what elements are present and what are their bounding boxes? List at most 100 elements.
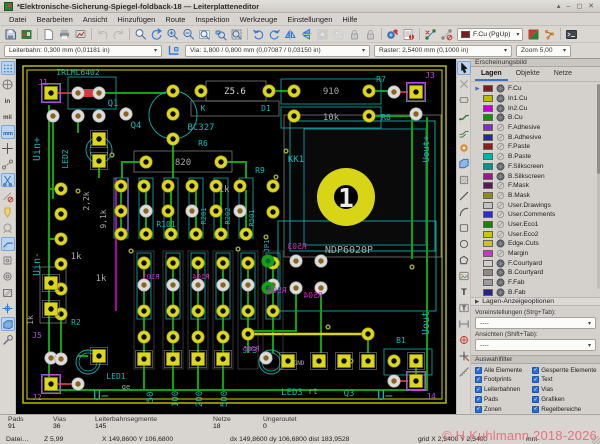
- layer-row-b-adhesive[interactable]: B.Adhesive: [473, 132, 600, 142]
- layer-row-user-eco2[interactable]: User.Eco2: [473, 229, 600, 239]
- pcb-canvas[interactable]: 1IRLML6402Q1Q4BC327R6820Z5.6KD191010kR7R…: [16, 59, 456, 414]
- filter-grafiken[interactable]: ✓Grafiken: [532, 395, 598, 403]
- shade-button[interactable]: ▴: [557, 2, 561, 11]
- add-zone-tool[interactable]: [457, 157, 471, 171]
- layer-color-swatch[interactable]: [483, 240, 493, 247]
- flip-horizontal-button[interactable]: [283, 27, 298, 42]
- layer-display-options[interactable]: ▶ Lagen-Anzeigeoptionen: [471, 297, 600, 306]
- layer-color-swatch[interactable]: [483, 153, 493, 160]
- grid-select[interactable]: Raster: 2,5400 mm (0,1000 in) ▾: [374, 45, 512, 57]
- layer-visible-icon[interactable]: [496, 278, 505, 287]
- auto-track-width-button[interactable]: [166, 43, 181, 58]
- select-tool[interactable]: [457, 61, 471, 75]
- layer-visible-icon[interactable]: [496, 239, 505, 248]
- layer-hidden-icon[interactable]: [496, 123, 505, 132]
- show-ratsnest-button[interactable]: [423, 27, 438, 42]
- menu-hinzufügen[interactable]: Hinzufügen: [112, 14, 160, 25]
- layer-row-f-courtyard[interactable]: F.Courtyard: [473, 258, 600, 268]
- print-button[interactable]: [57, 27, 72, 42]
- add-via-tool[interactable]: [457, 141, 471, 155]
- layer-color-swatch[interactable]: [483, 250, 493, 257]
- undo-button[interactable]: [95, 27, 110, 42]
- layer-row-f-mask[interactable]: F.Mask: [473, 181, 600, 191]
- layer-hidden-icon[interactable]: [496, 142, 505, 151]
- layer-color-swatch[interactable]: [483, 95, 493, 102]
- layer-color-swatch[interactable]: [483, 85, 493, 92]
- draw-rectangle-tool[interactable]: [457, 221, 471, 235]
- hide-ratsnest-button[interactable]: [439, 27, 454, 42]
- layer-color-swatch[interactable]: [483, 143, 493, 150]
- checkbox-checked-icon[interactable]: ✓: [532, 386, 539, 393]
- layer-visible-icon[interactable]: [496, 259, 505, 268]
- layer-hidden-icon[interactable]: [496, 181, 505, 190]
- pad-outline-button[interactable]: [1, 253, 15, 267]
- layer-color-swatch[interactable]: [483, 105, 493, 112]
- layer-color-swatch[interactable]: [483, 134, 493, 141]
- zoom-select[interactable]: Zoom 5,00 ▾: [516, 45, 571, 57]
- add-text-tool[interactable]: T: [457, 285, 471, 299]
- properties-button[interactable]: [1, 333, 15, 347]
- lock-button[interactable]: [347, 27, 362, 42]
- layer-hidden-icon[interactable]: [496, 201, 505, 210]
- draw-line-tool[interactable]: [457, 189, 471, 203]
- drc-exclusions-button[interactable]: !: [401, 27, 416, 42]
- layer-row-edge-cuts[interactable]: Edge.Cuts: [473, 239, 600, 249]
- menu-bearbeiten[interactable]: Bearbeiten: [32, 14, 78, 25]
- layer-row-b-courtyard[interactable]: B.Courtyard: [473, 268, 600, 278]
- checkbox-checked-icon[interactable]: ✓: [475, 396, 482, 403]
- filter-text[interactable]: ✓Text: [532, 376, 598, 384]
- layer-row-b-paste[interactable]: B.Paste: [473, 152, 600, 162]
- filter-footprints[interactable]: ✓Footprints: [475, 376, 532, 384]
- diff-pair-tool[interactable]: [457, 125, 471, 139]
- units-inches-button[interactable]: in: [1, 93, 15, 107]
- add-textbox-tool[interactable]: T: [457, 301, 471, 315]
- layer-color-swatch[interactable]: [483, 231, 493, 238]
- layer-hidden-icon[interactable]: [496, 191, 505, 200]
- window-controls[interactable]: ▴–◻✕: [557, 2, 596, 11]
- checkbox-checked-icon[interactable]: ✓: [475, 406, 482, 413]
- toggle-grid-button[interactable]: [1, 61, 15, 75]
- layer-color-swatch[interactable]: [483, 124, 493, 131]
- layer-select[interactable]: F.Cu (PgUp)▾: [457, 28, 523, 41]
- save-button[interactable]: [3, 27, 18, 42]
- layer-row-f-paste[interactable]: F.Paste: [473, 142, 600, 152]
- layer-color-swatch[interactable]: [483, 279, 493, 286]
- checkbox-checked-icon[interactable]: ✓: [475, 386, 482, 393]
- layer-visible-icon[interactable]: [496, 84, 505, 93]
- zoom-out-button[interactable]: [181, 27, 196, 42]
- draw-arc-tool[interactable]: [457, 205, 471, 219]
- refresh-button[interactable]: [149, 27, 164, 42]
- via-outline-button[interactable]: [1, 269, 15, 283]
- zoom-selection-button[interactable]: [229, 27, 244, 42]
- layer-hidden-icon[interactable]: [496, 133, 505, 142]
- add-footprint-tool[interactable]: [457, 93, 471, 107]
- layer-row-user-eco1[interactable]: User.Eco1: [473, 220, 600, 230]
- polar-coords-button[interactable]: [1, 77, 15, 91]
- layer-row-b-cu[interactable]: B.Cu: [473, 113, 600, 123]
- resize-grip[interactable]: [592, 436, 600, 444]
- rotate-cw-button[interactable]: [267, 27, 282, 42]
- checkbox-checked-icon[interactable]: ✓: [532, 376, 539, 383]
- layer-color-swatch[interactable]: [483, 182, 493, 189]
- presets-select[interactable]: ---- ▾: [475, 317, 596, 329]
- ungroup-button[interactable]: [331, 27, 346, 42]
- layer-color-swatch[interactable]: [483, 211, 493, 218]
- maximize-button[interactable]: ◻: [576, 2, 582, 11]
- layer-row-f-cu[interactable]: ▶F.Cu: [473, 84, 600, 94]
- minimize-button[interactable]: –: [566, 2, 570, 11]
- ghost-mode-button[interactable]: [1, 221, 15, 235]
- board-setup-button[interactable]: [19, 27, 34, 42]
- layer-row-margin[interactable]: Margin: [473, 249, 600, 259]
- rule-area-tool[interactable]: [457, 173, 471, 187]
- new-board-button[interactable]: [41, 27, 56, 42]
- via-size-select[interactable]: Via: 1,800 / 0,800 mm (0,07087 / 0,03150…: [185, 45, 370, 57]
- scripting-console-button[interactable]: [564, 27, 579, 42]
- units-mm-button[interactable]: mm: [1, 125, 15, 139]
- checkbox-checked-icon[interactable]: ✓: [475, 376, 482, 383]
- layer-visible-icon[interactable]: [496, 162, 505, 171]
- zone-outline-button[interactable]: [1, 285, 15, 299]
- filter-pads[interactable]: ✓Pads: [475, 395, 532, 403]
- menu-hilfe[interactable]: Hilfe: [337, 14, 362, 25]
- drc-button[interactable]: [385, 27, 400, 42]
- checkbox-checked-icon[interactable]: ✓: [532, 396, 539, 403]
